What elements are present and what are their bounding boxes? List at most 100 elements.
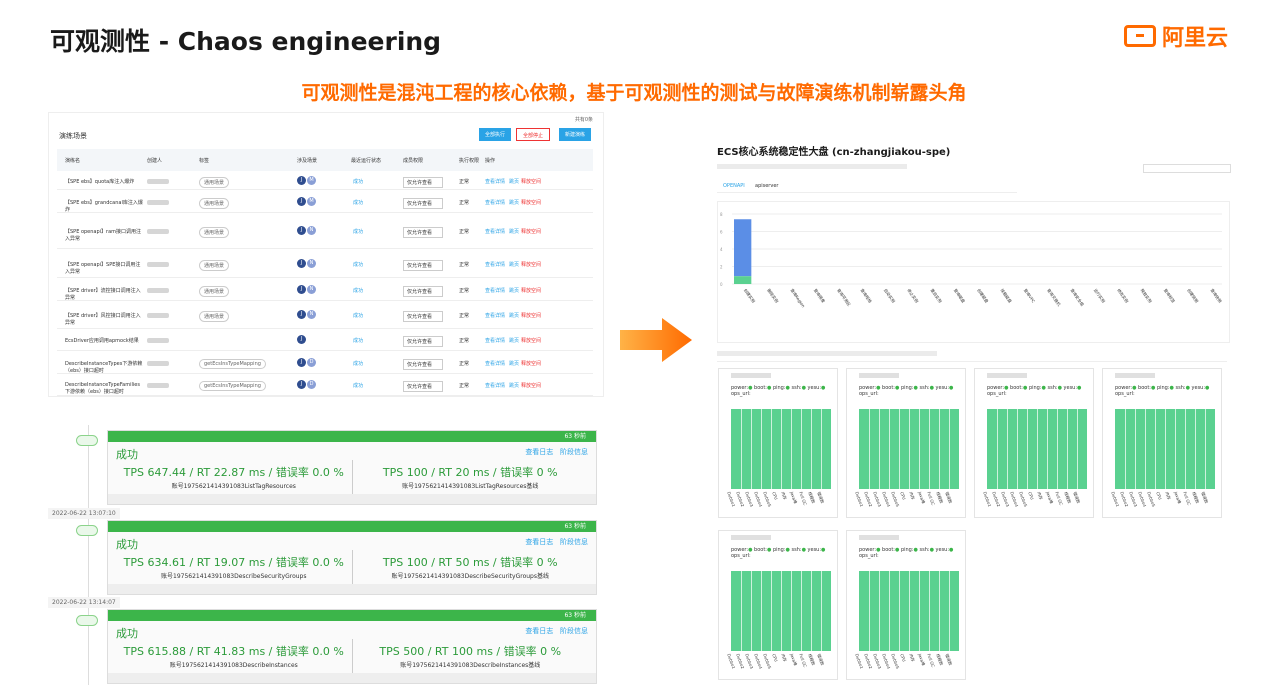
tab-apiserver[interactable]: apiserver — [755, 183, 778, 189]
arrow-right-icon — [620, 318, 692, 362]
release-link[interactable]: 释放空间 — [521, 261, 541, 268]
drill-name[interactable]: DescribeInstanceTypeFamilies下游依赖（ebs）接口超… — [65, 382, 143, 395]
run-header: 63 秒前 — [108, 431, 596, 442]
baseline-metric-text: TPS 500 / RT 100 ms / 错误率 0 % — [379, 645, 562, 658]
perm-select[interactable]: 仅允许查看 — [403, 259, 443, 271]
run-status[interactable]: 成功 — [353, 178, 363, 185]
bar-gap — [997, 409, 998, 489]
run-status[interactable]: 成功 — [353, 199, 363, 206]
avatar: J — [297, 196, 306, 206]
drill-name[interactable]: 【SPE driver】风控接口调用注入异常 — [65, 312, 143, 326]
legend-item: ping: — [1028, 385, 1042, 391]
service-health-panel: power:● boot:● ping:● ssh:● yesu:● ops_u… — [1102, 368, 1222, 518]
health-bars[interactable] — [859, 409, 960, 489]
drill-name[interactable]: 【SPE ebs】quota库注入爆炸 — [65, 178, 143, 185]
perm-select[interactable]: 仅允许查看 — [403, 176, 443, 188]
x-tick-label: 错误数 — [816, 491, 826, 504]
run-status[interactable]: 成功 — [353, 261, 363, 268]
stage-info-link[interactable]: 阶段信息 — [560, 448, 588, 456]
view-log-link[interactable]: 查看日志 — [525, 538, 553, 546]
drill-name[interactable]: DescribeInstanceTypes下游依赖（ebs）接口超时 — [65, 360, 143, 374]
stage-info-link[interactable]: 阶段信息 — [560, 538, 588, 546]
view-detail-link[interactable]: 查看详情 — [485, 287, 505, 294]
health-bars[interactable] — [731, 571, 832, 651]
jump-link[interactable]: 跳页 — [509, 261, 519, 268]
release-link[interactable]: 释放空间 — [521, 312, 541, 319]
jump-link[interactable]: 跳页 — [509, 382, 519, 389]
bar[interactable] — [734, 219, 752, 277]
scene-avatars: JD — [297, 357, 317, 367]
release-link[interactable]: 释放空间 — [521, 178, 541, 185]
health-bars[interactable] — [859, 571, 960, 651]
release-link[interactable]: 释放空间 — [521, 228, 541, 235]
bar-segment[interactable] — [734, 276, 752, 284]
perm-select[interactable]: 仅允许查看 — [403, 336, 443, 347]
jump-link[interactable]: 跳页 — [509, 287, 519, 294]
health-legend: power:● boot:● ping:● ssh:● yesu:● ops_u… — [987, 385, 1082, 397]
release-link[interactable]: 释放空间 — [521, 337, 541, 344]
drill-name[interactable]: 【SPE ebs】grandcanal库注入爆炸 — [65, 199, 143, 213]
blurred-creator — [147, 360, 169, 366]
health-bars[interactable] — [987, 409, 1088, 489]
new-drill-button[interactable]: 新建演练 — [559, 128, 592, 141]
health-bars[interactable] — [1115, 409, 1216, 489]
jump-link[interactable]: 跳页 — [509, 228, 519, 235]
view-log-link[interactable]: 查看日志 — [525, 448, 553, 456]
view-detail-link[interactable]: 查看详情 — [485, 199, 505, 206]
x-tick-label: 创建磁盘 — [976, 287, 990, 304]
legend-item: ssh: — [791, 547, 802, 553]
stage-info-link[interactable]: 阶段信息 — [560, 627, 588, 635]
col-name: 演练名 — [65, 157, 81, 164]
bar-gap — [791, 409, 792, 489]
bar-gap — [831, 571, 832, 651]
scene-avatars: J — [297, 335, 307, 344]
filter-select[interactable] — [1143, 164, 1231, 173]
ops-url-label: ops_url: — [987, 391, 1007, 397]
drill-name[interactable]: 【SPE openapi】SPE接口调用注入异常 — [65, 261, 143, 275]
scene-avatars: JM — [297, 196, 317, 206]
view-log-link[interactable]: 查看日志 — [525, 627, 553, 635]
drill-name[interactable]: EcsDriver应用调用apmock结果 — [65, 337, 143, 344]
jump-link[interactable]: 跳页 — [509, 178, 519, 185]
view-detail-link[interactable]: 查看详情 — [485, 261, 505, 268]
avatar: J — [297, 310, 306, 319]
avatar: D — [307, 357, 316, 367]
release-link[interactable]: 释放空间 — [521, 360, 541, 367]
run-status[interactable]: 成功 — [353, 228, 363, 235]
perm-select[interactable]: 仅允许查看 — [403, 227, 443, 238]
run-all-button[interactable]: 全部执行 — [479, 128, 512, 141]
view-detail-link[interactable]: 查看详情 — [485, 312, 505, 319]
perm-select[interactable]: 仅允许查看 — [403, 197, 443, 209]
run-timestamp: 2022-06-22 13:07:10 — [48, 508, 120, 519]
bar-gap — [801, 571, 802, 651]
health-bars[interactable] — [731, 409, 832, 489]
run-status[interactable]: 成功 — [353, 382, 363, 389]
run-status[interactable]: 成功 — [353, 312, 363, 319]
stop-all-button[interactable]: 全部停止 — [516, 128, 551, 141]
service-health-panel: power:● boot:● ping:● ssh:● yesu:● ops_u… — [974, 368, 1094, 518]
view-detail-link[interactable]: 查看详情 — [485, 360, 505, 367]
jump-link[interactable]: 跳页 — [509, 360, 519, 367]
stability-dashboard: ECS核心系统稳定性大盘 (cn-zhangjiakou-spe) OPENAP… — [713, 133, 1239, 688]
avatar: N — [307, 284, 316, 294]
run-status[interactable]: 成功 — [353, 287, 363, 294]
perm-select[interactable]: 仅允许查看 — [403, 311, 443, 322]
jump-link[interactable]: 跳页 — [509, 337, 519, 344]
view-detail-link[interactable]: 查看详情 — [485, 178, 505, 185]
release-link[interactable]: 释放空间 — [521, 287, 541, 294]
perm-select[interactable]: 仅允许查看 — [403, 358, 443, 370]
tab-openapi[interactable]: OPENAPI — [723, 183, 745, 189]
drill-name[interactable]: 【SPE driver】流控接口调用注入异常 — [65, 287, 143, 301]
view-detail-link[interactable]: 查看详情 — [485, 337, 505, 344]
release-link[interactable]: 释放空间 — [521, 382, 541, 389]
drill-name[interactable]: 【SPE openapi】ram接口调用注入异常 — [65, 228, 143, 242]
view-detail-link[interactable]: 查看详情 — [485, 382, 505, 389]
jump-link[interactable]: 跳页 — [509, 199, 519, 206]
perm-select[interactable]: 仅允许查看 — [403, 381, 443, 392]
jump-link[interactable]: 跳页 — [509, 312, 519, 319]
perm-select[interactable]: 仅允许查看 — [403, 285, 443, 297]
view-detail-link[interactable]: 查看详情 — [485, 228, 505, 235]
release-link[interactable]: 释放空间 — [521, 199, 541, 206]
run-status[interactable]: 成功 — [353, 360, 363, 367]
run-status[interactable]: 成功 — [353, 337, 363, 344]
